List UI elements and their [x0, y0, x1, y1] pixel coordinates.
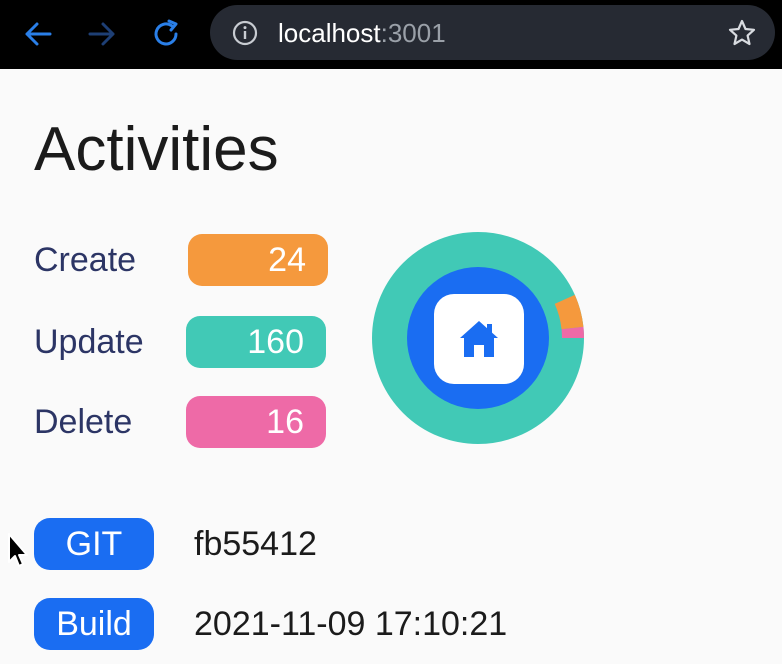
address-bar[interactable]: localhost:3001 — [210, 5, 775, 60]
arrow-left-icon — [25, 22, 52, 46]
git-badge: GIT — [34, 518, 154, 570]
page: localhost:3001 Activities Create 24 Upda… — [0, 0, 782, 664]
git-hash: fb55412 — [194, 525, 317, 563]
stat-badge-create: 24 — [188, 234, 328, 286]
page-title: Activities — [34, 115, 279, 184]
forward-button[interactable] — [82, 14, 122, 54]
stat-label-create: Create — [34, 241, 137, 279]
back-button[interactable] — [18, 14, 58, 54]
star-icon[interactable] — [727, 18, 757, 48]
reload-button[interactable] — [146, 14, 186, 54]
stat-label-delete: Delete — [34, 403, 133, 441]
build-timestamp: 2021-11-09 17:10:21 — [194, 605, 508, 643]
url-host: localhost — [278, 18, 381, 48]
stat-label-update: Update — [34, 323, 144, 361]
home-button[interactable] — [434, 294, 524, 384]
browser-toolbar: localhost:3001 — [0, 0, 782, 69]
info-icon[interactable] — [232, 20, 258, 46]
address-text: localhost:3001 — [278, 18, 446, 48]
build-badge: Build — [34, 598, 154, 650]
reload-icon — [154, 19, 178, 46]
stat-badge-delete: 16 — [186, 396, 326, 448]
mouse-cursor-icon — [8, 533, 28, 567]
home-icon — [460, 321, 498, 357]
stat-badge-update: 160 — [186, 316, 326, 368]
arrow-right-icon — [88, 22, 115, 46]
url-port: :3001 — [380, 18, 446, 48]
